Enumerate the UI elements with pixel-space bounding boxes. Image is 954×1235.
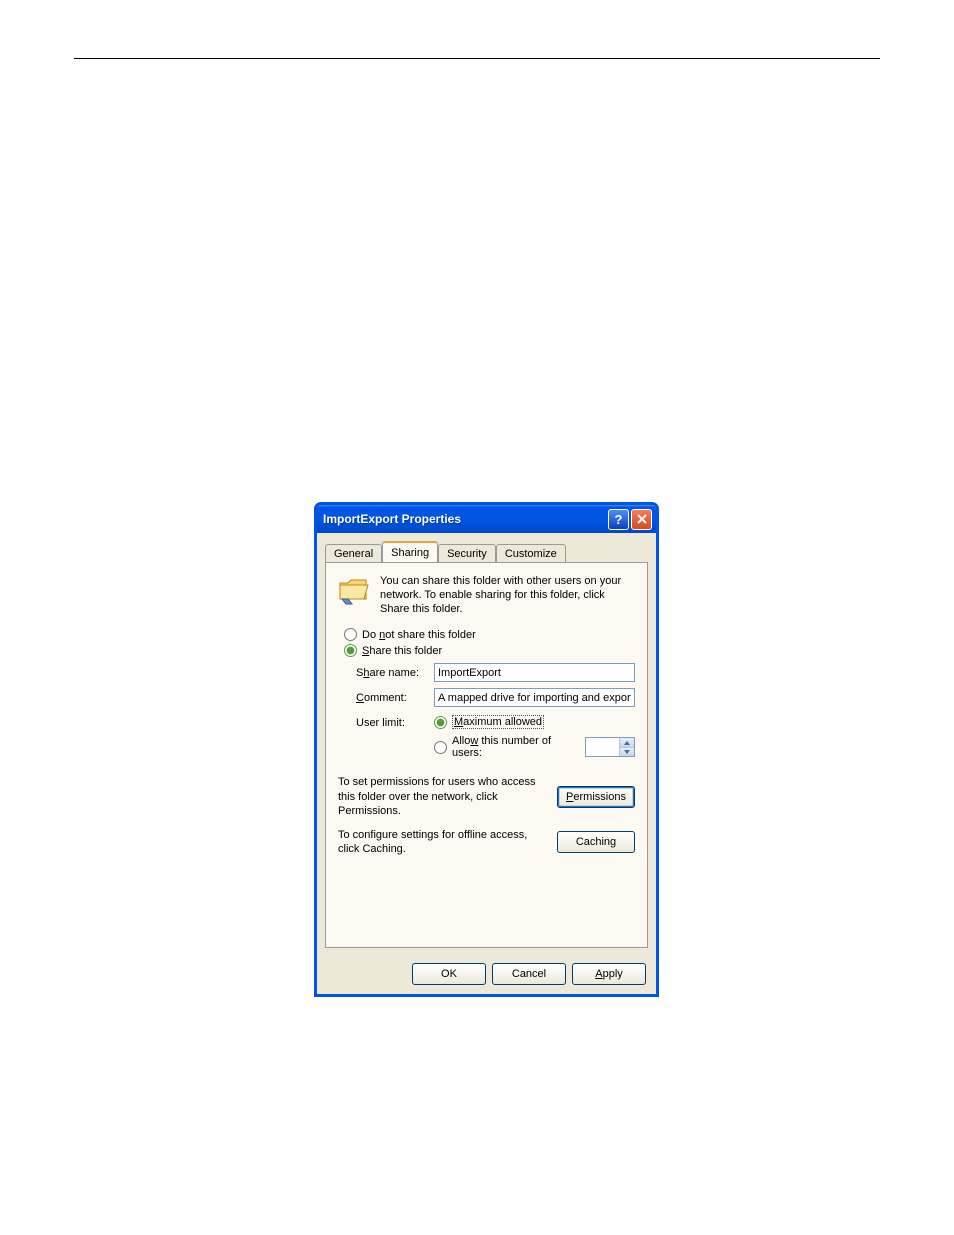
chevron-down-icon — [624, 750, 630, 754]
share-name-label: Share name: — [356, 667, 434, 679]
radio-share-row[interactable]: Share this folder — [344, 644, 635, 657]
tab-sharing[interactable]: Sharing — [382, 541, 438, 562]
radio-allow-n[interactable] — [434, 741, 447, 754]
comment-label: Comment: — [356, 692, 434, 704]
chevron-up-icon — [624, 741, 630, 745]
radio-max-label: Maximum allowed — [452, 715, 544, 729]
properties-dialog: ImportExport Properties ? General Sharin… — [314, 502, 659, 997]
spinner-up[interactable] — [619, 738, 634, 747]
tab-strip: General Sharing Security Customize — [317, 533, 656, 562]
ok-button[interactable]: OK — [412, 963, 486, 985]
radio-not-share-label: Do not share this folder — [362, 629, 476, 641]
permissions-button[interactable]: Permissions — [557, 786, 635, 808]
radio-not-share[interactable] — [344, 628, 357, 641]
caching-row: To configure settings for offline access… — [338, 828, 635, 857]
window-title: ImportExport Properties — [323, 512, 606, 526]
help-button[interactable]: ? — [608, 509, 629, 530]
intro-text: You can share this folder with other use… — [380, 575, 635, 616]
comment-row: Comment: — [356, 688, 635, 707]
radio-allow-n-label: Allow this number of users: — [452, 735, 575, 759]
share-name-row: Share name: — [356, 663, 635, 682]
comment-input[interactable] — [434, 688, 635, 707]
radio-max-allowed[interactable] — [434, 716, 447, 729]
tab-security[interactable]: Security — [438, 544, 496, 563]
tab-general[interactable]: General — [325, 544, 382, 563]
radio-share-label: Share this folder — [362, 645, 442, 657]
spinner-down[interactable] — [619, 747, 634, 757]
cancel-button[interactable]: Cancel — [492, 963, 566, 985]
user-count-spinner[interactable] — [585, 737, 635, 757]
radio-share[interactable] — [344, 644, 357, 657]
apply-button[interactable]: Apply — [572, 963, 646, 985]
user-limit-n-row[interactable]: Allow this number of users: — [434, 735, 635, 759]
tab-customize[interactable]: Customize — [496, 544, 566, 563]
radio-not-share-row[interactable]: Do not share this folder — [344, 628, 635, 641]
share-name-input[interactable] — [434, 663, 635, 682]
user-limit-max-row[interactable]: Maximum allowed — [434, 715, 635, 729]
user-limit-label: User limit: — [356, 715, 434, 765]
caching-text: To configure settings for offline access… — [338, 828, 557, 857]
folder-share-icon — [338, 575, 372, 605]
close-icon — [637, 514, 647, 524]
sharing-panel: You can share this folder with other use… — [325, 562, 648, 948]
user-limit-block: User limit: Maximum allowed Allow this n… — [356, 715, 635, 765]
permissions-row: To set permissions for users who access … — [338, 775, 635, 818]
caching-button[interactable]: Caching — [557, 831, 635, 853]
dialog-button-row: OK Cancel Apply — [317, 956, 656, 994]
permissions-text: To set permissions for users who access … — [338, 775, 557, 818]
title-bar[interactable]: ImportExport Properties ? — [317, 505, 656, 533]
close-button[interactable] — [631, 509, 652, 530]
page-rule — [74, 58, 880, 59]
